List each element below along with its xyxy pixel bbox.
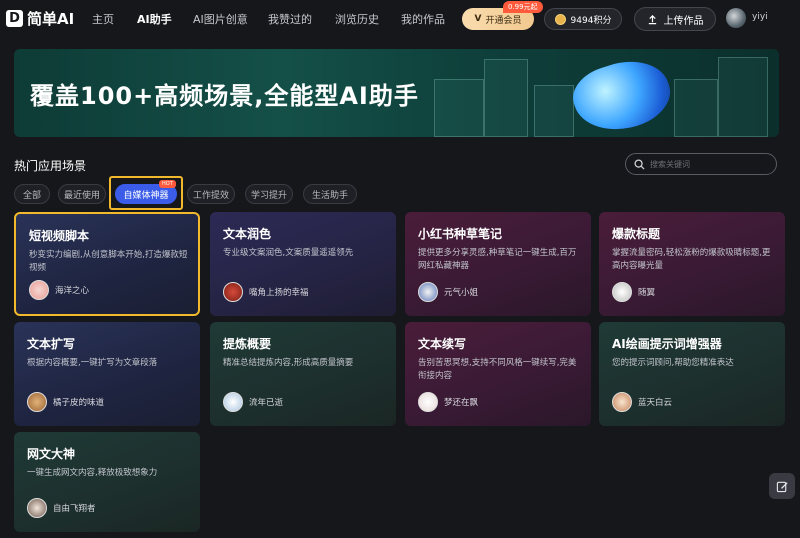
card-author: 元气小姐 <box>418 282 478 302</box>
card-author: 随翼 <box>612 282 655 302</box>
author-avatar <box>223 282 243 302</box>
hero-banner[interactable]: 覆盖100+高频场景,全能型AI助手 <box>14 49 779 137</box>
author-name: 嘴角上扬的幸福 <box>249 288 309 298</box>
author-name: 自由飞翔者 <box>53 504 96 514</box>
points-label: 9494积分 <box>570 15 612 26</box>
search-box[interactable]: 搜索关键词 <box>625 153 777 175</box>
card-author: 海洋之心 <box>29 280 89 300</box>
nav-item-history[interactable]: 浏览历史 <box>335 11 379 27</box>
upload-icon <box>648 14 656 24</box>
logo-text: 简单AI <box>27 10 75 28</box>
card-xiaohongshu-notes[interactable]: 小红书种草笔记 提供更多分享灵感,种草笔记一键生成,百万网红私藏神器 元气小姐 <box>405 212 591 316</box>
card-author: 自由飞翔者 <box>27 498 96 518</box>
card-desc: 秒变实力编剧,从创意脚本开始,打造爆款短视频 <box>29 250 188 273</box>
author-avatar <box>29 280 49 300</box>
card-title: 文本润色 <box>223 227 272 241</box>
author-avatar <box>223 392 243 412</box>
card-title: AI绘画提示词增强器 <box>612 337 722 351</box>
card-text-expand[interactable]: 文本扩写 根据内容概要,一键扩写为文章段落 橘子皮的味道 <box>14 322 200 426</box>
card-desc: 专业级文案润色,文案质量遥遥领先 <box>223 248 354 258</box>
card-desc: 精准总结提炼内容,形成高质量摘要 <box>223 358 354 368</box>
author-avatar <box>418 282 438 302</box>
card-title: 文本扩写 <box>27 337 76 351</box>
card-desc: 根据内容概要,一键扩写为文章段落 <box>27 358 158 368</box>
card-ai-prompt-enhancer[interactable]: AI绘画提示词增强器 您的提示词顾问,帮助您精准表达 蓝天白云 <box>599 322 785 426</box>
upload-label: 上传作品 <box>663 15 704 27</box>
card-desc: 告别苦思冥想,支持不同风格一键续写,完美衔接内容 <box>418 358 577 381</box>
hot-badge: HOT <box>159 180 176 188</box>
author-name: 橘子皮的味道 <box>53 398 105 408</box>
banner-glass-decor <box>718 57 768 137</box>
filter-recent[interactable]: 最近使用 <box>58 184 106 204</box>
card-author: 嘴角上扬的幸福 <box>223 282 309 302</box>
vip-price-badge: 0.99元起 <box>503 1 543 13</box>
edit-icon <box>776 481 788 492</box>
author-name: 海洋之心 <box>55 286 90 296</box>
card-author: 蓝天白云 <box>612 392 672 412</box>
card-web-novel[interactable]: 网文大神 一键生成网文内容,释放极致想象力 自由飞翔者 <box>14 432 200 532</box>
card-text-continue[interactable]: 文本续写 告别苦思冥想,支持不同风格一键续写,完美衔接内容 梦还在飘 <box>405 322 591 426</box>
author-name: 元气小姐 <box>444 288 479 298</box>
nav-item-ai-assistant[interactable]: AI助手 <box>137 11 172 27</box>
author-avatar <box>418 392 438 412</box>
search-icon <box>634 158 645 170</box>
banner-title: 覆盖100+高频场景,全能型AI助手 <box>30 82 419 110</box>
author-name: 随翼 <box>638 288 656 298</box>
filter-study[interactable]: 学习提升 <box>245 184 293 204</box>
nav-item-ai-image[interactable]: AI图片创意 <box>193 11 248 27</box>
card-author: 流年已逝 <box>223 392 283 412</box>
author-avatar <box>27 498 47 518</box>
edit-fab-button[interactable] <box>769 473 795 499</box>
card-desc: 掌握流量密码,轻松涨粉的爆款吸睛标题,更高内容曝光量 <box>612 248 771 271</box>
points-button[interactable]: 9494积分 <box>544 8 622 30</box>
card-author: 梦还在飘 <box>418 392 478 412</box>
vip-icon: V <box>474 14 482 24</box>
card-summarize[interactable]: 提炼概要 精准总结提炼内容,形成高质量摘要 流年已逝 <box>210 322 396 426</box>
card-title: 网文大神 <box>27 447 76 461</box>
card-author: 橘子皮的味道 <box>27 392 104 412</box>
nav-item-my-works[interactable]: 我的作品 <box>401 11 445 27</box>
nav-item-home[interactable]: 主页 <box>92 11 114 27</box>
nav-item-liked[interactable]: 我赞过的 <box>268 11 312 27</box>
card-title: 提炼概要 <box>223 337 272 351</box>
author-name: 蓝天白云 <box>638 398 673 408</box>
card-short-video-script[interactable]: 短视频脚本 秒变实力编剧,从创意脚本开始,打造爆款短视频 海洋之心 <box>14 212 200 316</box>
filter-all[interactable]: 全部 <box>14 184 50 204</box>
card-title: 爆款标题 <box>612 227 661 241</box>
author-avatar <box>27 392 47 412</box>
coin-icon <box>554 13 566 25</box>
author-avatar <box>612 282 632 302</box>
username[interactable]: yiyi <box>752 12 768 22</box>
top-nav: D 简单AI 主页 AI助手 AI图片创意 我赞过的 浏览历史 我的作品 V 开… <box>0 0 800 38</box>
card-title: 短视频脚本 <box>29 229 90 243</box>
card-title: 文本续写 <box>418 337 467 351</box>
card-text-polish[interactable]: 文本润色 专业级文案润色,文案质量遥遥领先 嘴角上扬的幸福 <box>210 212 396 316</box>
card-desc: 一键生成网文内容,释放极致想象力 <box>27 468 158 478</box>
upload-button[interactable]: 上传作品 <box>634 7 716 31</box>
banner-glass-decor <box>434 79 484 137</box>
filter-life[interactable]: 生活助手 <box>303 184 357 204</box>
vip-label: 开通会员 <box>485 15 522 26</box>
author-name: 梦还在飘 <box>444 398 479 408</box>
banner-glass-decor <box>674 79 718 137</box>
user-avatar[interactable] <box>726 8 746 28</box>
author-name: 流年已逝 <box>249 398 284 408</box>
search-placeholder: 搜索关键词 <box>650 159 690 169</box>
filter-work[interactable]: 工作提效 <box>187 184 235 204</box>
banner-glass-decor <box>484 59 528 137</box>
banner-3d-art <box>566 49 678 137</box>
logo[interactable]: D 简单AI <box>6 8 74 29</box>
card-desc: 提供更多分享灵感,种草笔记一键生成,百万网红私藏神器 <box>418 248 577 271</box>
card-desc: 您的提示词顾问,帮助您精准表达 <box>612 358 734 368</box>
logo-mark: D <box>6 10 23 27</box>
banner-glass-decor <box>534 85 574 137</box>
author-avatar <box>612 392 632 412</box>
card-title: 小红书种草笔记 <box>418 227 503 241</box>
section-title: 热门应用场景 <box>14 159 87 173</box>
card-viral-title[interactable]: 爆款标题 掌握流量密码,轻松涨粉的爆款吸睛标题,更高内容曝光量 随翼 <box>599 212 785 316</box>
